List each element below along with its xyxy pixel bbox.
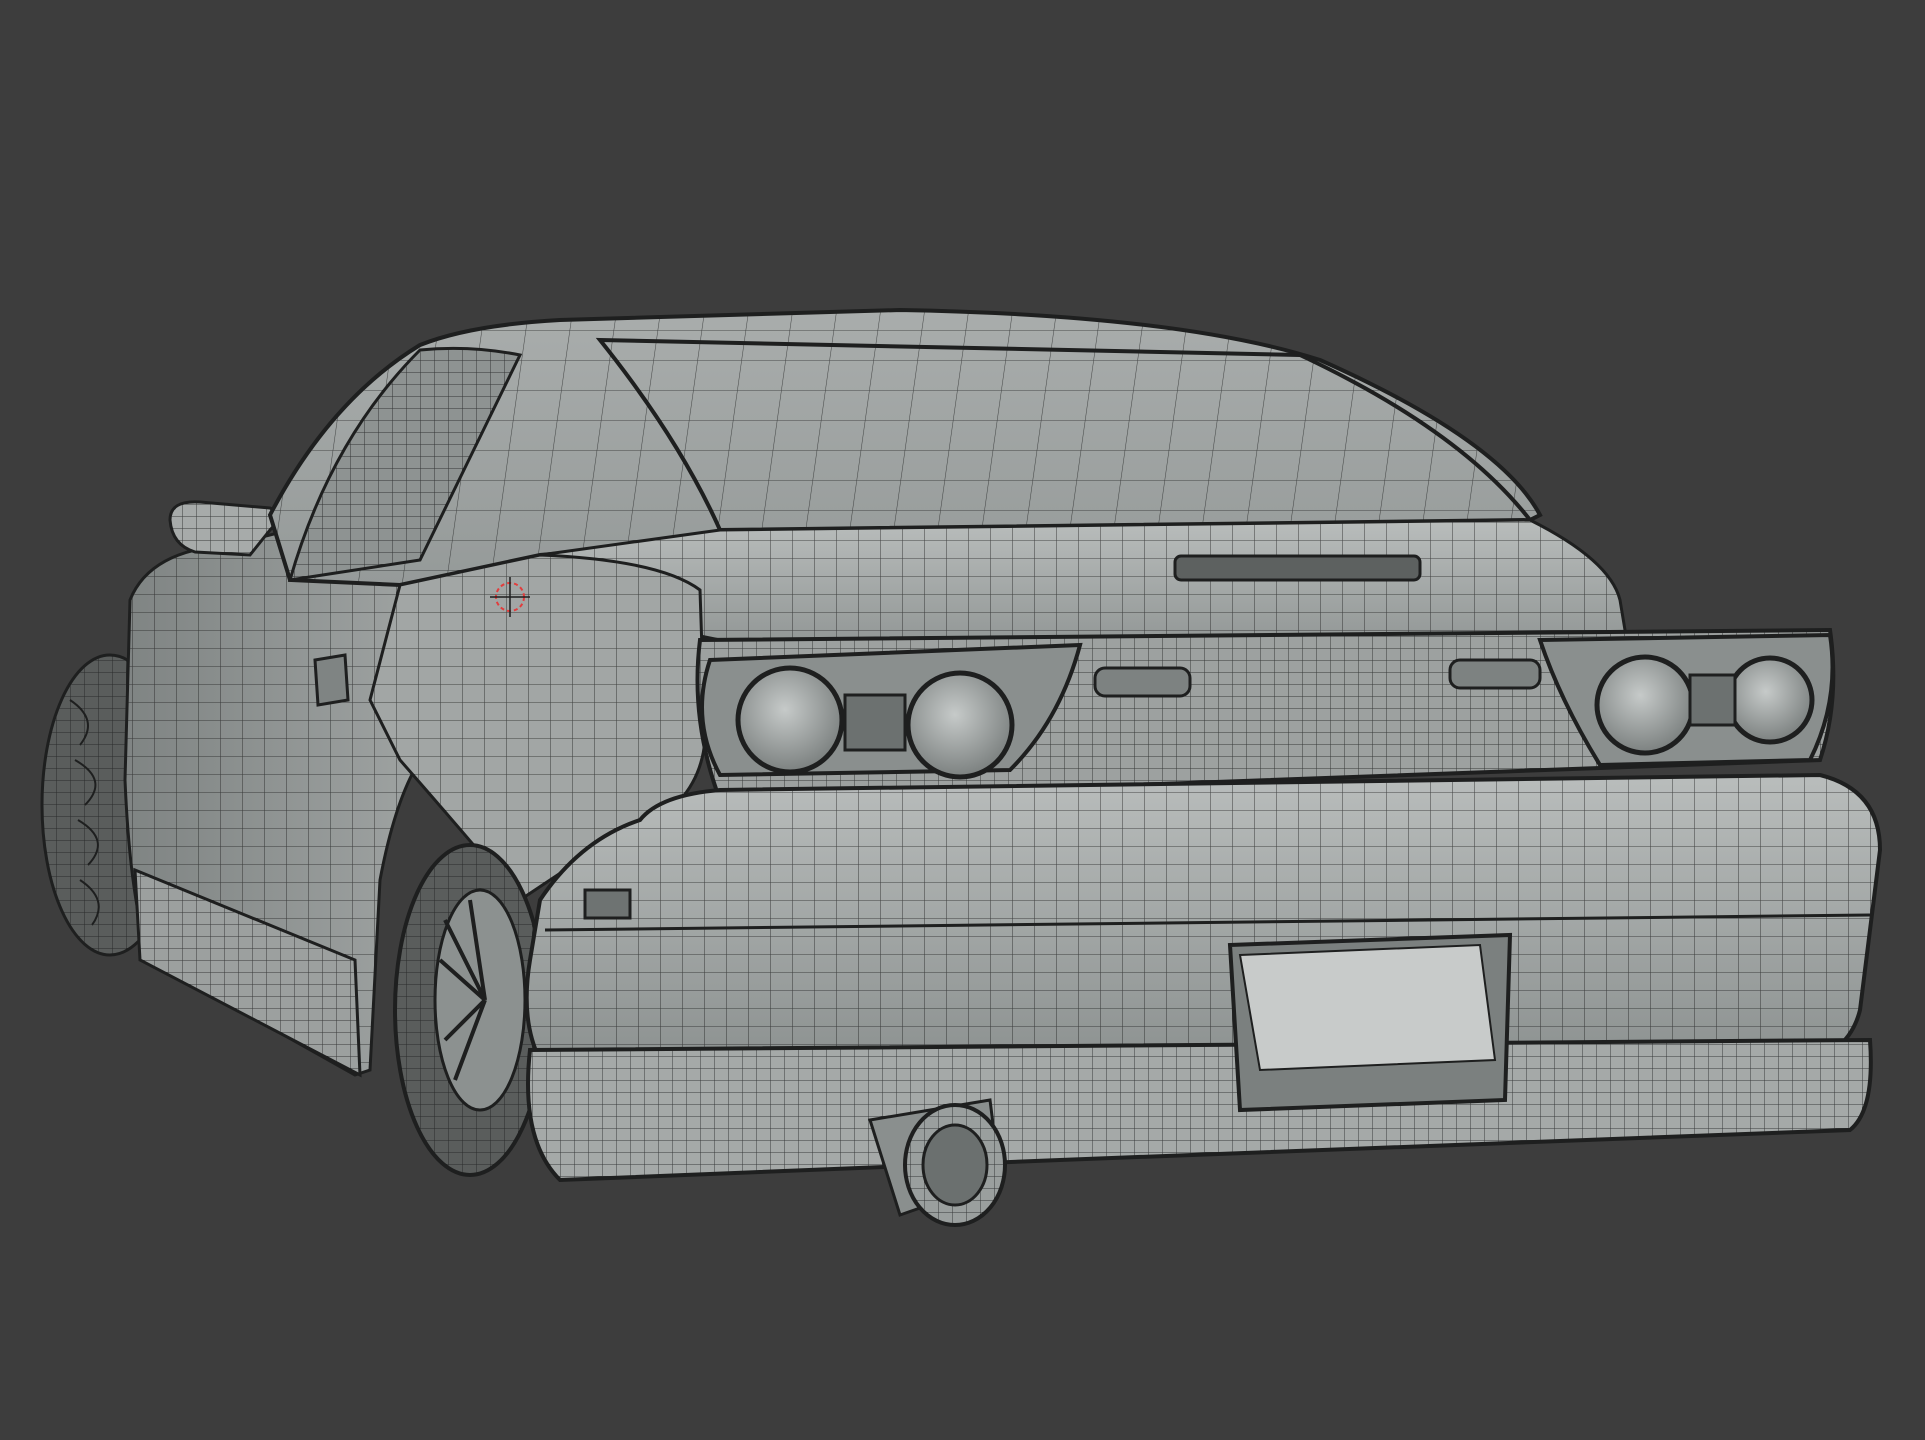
- rear-tail-panel[interactable]: [695, 627, 1836, 803]
- fuel-door: [313, 653, 350, 707]
- exhaust-pipe[interactable]: [868, 1098, 1007, 1227]
- third-brake-light: [1173, 554, 1422, 582]
- reverse-light-left: [1093, 666, 1192, 698]
- license-plate: [1238, 943, 1497, 1072]
- side-marker: [583, 888, 632, 920]
- tail-lamp-right-inner: [1594, 654, 1696, 756]
- 3d-viewport[interactable]: [0, 0, 1925, 1440]
- tail-lamp-right-outer: [1725, 655, 1815, 745]
- scene-canvas[interactable]: [0, 0, 1925, 1440]
- tail-lamp-left-inner: [905, 670, 1015, 780]
- rear-lip[interactable]: [526, 1037, 1873, 1183]
- rear-bumper[interactable]: [524, 772, 1883, 1062]
- tail-lamp-left-outer: [735, 665, 845, 775]
- near-wheel[interactable]: [393, 843, 547, 1177]
- reverse-light-right: [1448, 658, 1542, 690]
- license-plate-recess: [1227, 932, 1513, 1113]
